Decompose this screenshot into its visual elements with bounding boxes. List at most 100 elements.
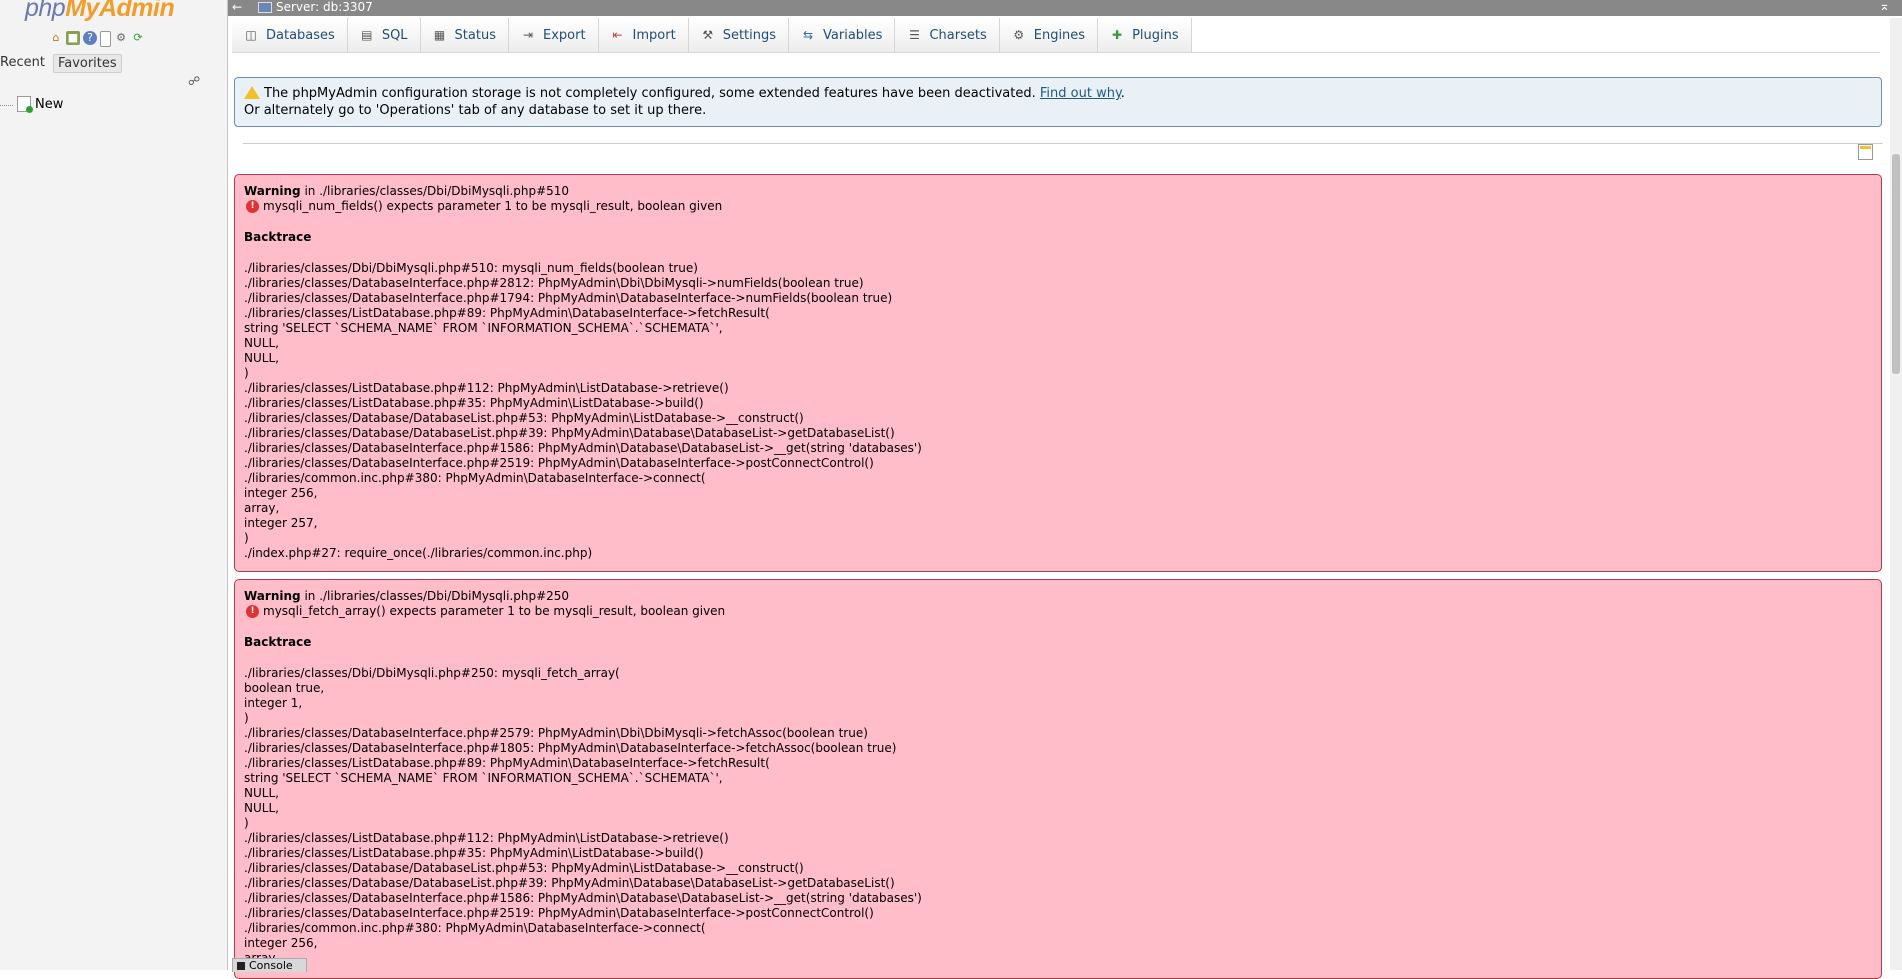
backtrace-list: ./libraries/classes/Dbi/DbiMysqli.php#51… (244, 261, 1872, 561)
tab-label: Engines (1033, 27, 1086, 43)
backtrace-line: ./libraries/classes/DatabaseInterface.ph… (244, 291, 893, 305)
logo-myadmin: MyAdmin (65, 0, 175, 22)
backtrace-label: Backtrace (244, 635, 312, 649)
backtrace-line: integer 257, (244, 516, 318, 530)
backtrace-line: integer 256, (244, 936, 318, 950)
tab-settings[interactable]: ⚒ Settings (688, 18, 790, 52)
logout-icon[interactable]: ■ (66, 31, 80, 45)
error-prefix: Warning (244, 589, 301, 603)
tab-plugins[interactable]: ✚ Plugins (1098, 18, 1192, 52)
backtrace-line: ./libraries/classes/ListDatabase.php#89:… (244, 306, 770, 320)
back-arrow-icon[interactable]: ← (232, 0, 242, 14)
backtrace-line: string 'SELECT `SCHEMA_NAME` FROM `INFOR… (244, 321, 723, 335)
backtrace-line: string 'SELECT `SCHEMA_NAME` FROM `INFOR… (244, 771, 723, 785)
backtrace-line: integer 1, (244, 696, 303, 710)
backtrace-line: ./libraries/classes/Database/DatabaseLis… (244, 426, 895, 440)
error-message-row: ! mysqli_fetch_array() expects parameter… (244, 604, 1872, 619)
error-icon: ! (246, 605, 259, 618)
navigation-panel: phpMyAdmin ⌂ ■ ? ⚙ ⟳ Recent Favorites ☍ … (0, 0, 228, 970)
backtrace-line: ./index.php#27: require_once(./libraries… (244, 546, 593, 560)
nav-tab-favorites[interactable]: Favorites (52, 54, 122, 73)
backtrace-line: ) (244, 816, 249, 830)
tab-label: Plugins (1132, 27, 1179, 43)
tree-item-new[interactable]: New (0, 96, 64, 113)
backtrace-line: ./libraries/classes/DatabaseInterface.ph… (244, 906, 874, 920)
backtrace-line: NULL, (244, 786, 279, 800)
notice-period: . (1120, 86, 1125, 101)
find-out-why-link[interactable]: Find out why (1040, 86, 1121, 101)
tab-sql[interactable]: ▤ SQL (347, 18, 421, 52)
home-icon[interactable]: ⌂ (49, 31, 63, 45)
console-icon (237, 961, 245, 970)
backtrace-label: Backtrace (244, 230, 312, 244)
scrollbar-thumb[interactable] (1892, 154, 1900, 374)
nav-icon-row: ⌂ ■ ? ⚙ ⟳ (49, 31, 145, 47)
server-title: Server: db:3307 (276, 0, 373, 14)
error-icon: ! (246, 200, 259, 213)
tab-label: Status (454, 27, 496, 43)
backtrace-line: ./libraries/classes/DatabaseInterface.ph… (244, 441, 922, 455)
tab-label: Databases (266, 27, 335, 43)
warning-icon (244, 86, 260, 99)
tab-charsets[interactable]: ☰ Charsets (895, 18, 1000, 52)
tree-item-label: New (35, 96, 64, 112)
server-breadcrumb-bar: ← Server: db:3307 ⌅ (228, 0, 1902, 16)
tab-databases[interactable]: ◫ Databases (232, 18, 348, 52)
error-box: Warning in ./libraries/classes/Dbi/DbiMy… (234, 174, 1882, 572)
export-icon: ⇥ (522, 28, 534, 42)
tab-label: Charsets (929, 27, 987, 43)
backtrace-line: ./libraries/classes/DatabaseInterface.ph… (244, 741, 897, 755)
backtrace-line: boolean true, (244, 681, 325, 695)
backtrace-line: ./libraries/common.inc.php#380: PhpMyAdm… (244, 471, 706, 485)
backtrace-line: ) (244, 531, 249, 545)
error-location: in ./libraries/classes/Dbi/DbiMysqli.php… (300, 184, 570, 198)
console-label: Console (249, 959, 293, 972)
backtrace-line: ./libraries/classes/ListDatabase.php#89:… (244, 756, 770, 770)
error-prefix: Warning (244, 184, 301, 198)
logo-php: php (25, 0, 66, 22)
tab-engines[interactable]: ⚙ Engines (999, 18, 1099, 52)
collapse-icon[interactable]: ⌅ (1879, 0, 1890, 14)
server-breadcrumb[interactable]: Server: db:3307 (258, 0, 373, 14)
page-settings-icon[interactable] (1858, 144, 1873, 160)
tab-import[interactable]: ⇤ Import (598, 18, 689, 52)
backtrace-line: NULL, (244, 801, 279, 815)
error-message: mysqli_fetch_array() expects parameter 1… (263, 604, 726, 618)
backtrace-line: ./libraries/classes/ListDatabase.php#112… (244, 831, 729, 845)
docs-icon[interactable] (100, 31, 111, 47)
error-location: in ./libraries/classes/Dbi/DbiMysqli.php… (300, 589, 570, 603)
backtrace-line: ./libraries/classes/Database/DatabaseLis… (244, 861, 804, 875)
sql-icon: ▤ (361, 28, 373, 42)
database-icon: ◫ (245, 28, 257, 42)
engines-icon: ⚙ (1013, 28, 1025, 42)
backtrace-list: ./libraries/classes/Dbi/DbiMysqli.php#25… (244, 666, 1872, 966)
tab-export[interactable]: ⇥ Export (508, 18, 599, 52)
tab-label: Variables (823, 27, 883, 43)
backtrace-line: integer 256, (244, 486, 318, 500)
backtrace-line: ./libraries/common.inc.php#380: PhpMyAdm… (244, 921, 706, 935)
tab-label: Import (632, 27, 676, 43)
tab-label: SQL (381, 27, 408, 43)
tab-label: Settings (722, 27, 777, 43)
wrench-icon: ⚒ (702, 28, 714, 42)
notice-line-1: The phpMyAdmin configuration storage is … (244, 85, 1872, 102)
config-storage-notice: The phpMyAdmin configuration storage is … (234, 77, 1882, 127)
error-heading: Warning in ./libraries/classes/Dbi/DbiMy… (244, 184, 1872, 199)
backtrace-line: ./libraries/classes/ListDatabase.php#35:… (244, 396, 704, 410)
backtrace-line: ./libraries/classes/Database/DatabaseLis… (244, 411, 804, 425)
help-icon[interactable]: ? (83, 31, 97, 45)
divider (243, 143, 1883, 144)
tab-variables[interactable]: ⇆ Variables (789, 18, 896, 52)
link-with-main-panel-icon[interactable]: ☍ (188, 74, 200, 88)
tab-status[interactable]: ▦ Status (420, 18, 509, 52)
reload-icon[interactable]: ⟳ (131, 31, 145, 45)
backtrace-line: ./libraries/classes/ListDatabase.php#112… (244, 381, 729, 395)
phpmyadmin-logo[interactable]: phpMyAdmin (25, 0, 175, 23)
backtrace-line: ./libraries/classes/DatabaseInterface.ph… (244, 456, 874, 470)
nav-tab-recent[interactable]: Recent (0, 54, 49, 73)
settings-icon[interactable]: ⚙ (114, 31, 128, 45)
variables-icon: ⇆ (803, 28, 814, 42)
status-icon: ▦ (433, 28, 446, 42)
backtrace-line: NULL, (244, 351, 279, 365)
backtrace-line: ./libraries/classes/DatabaseInterface.ph… (244, 276, 864, 290)
